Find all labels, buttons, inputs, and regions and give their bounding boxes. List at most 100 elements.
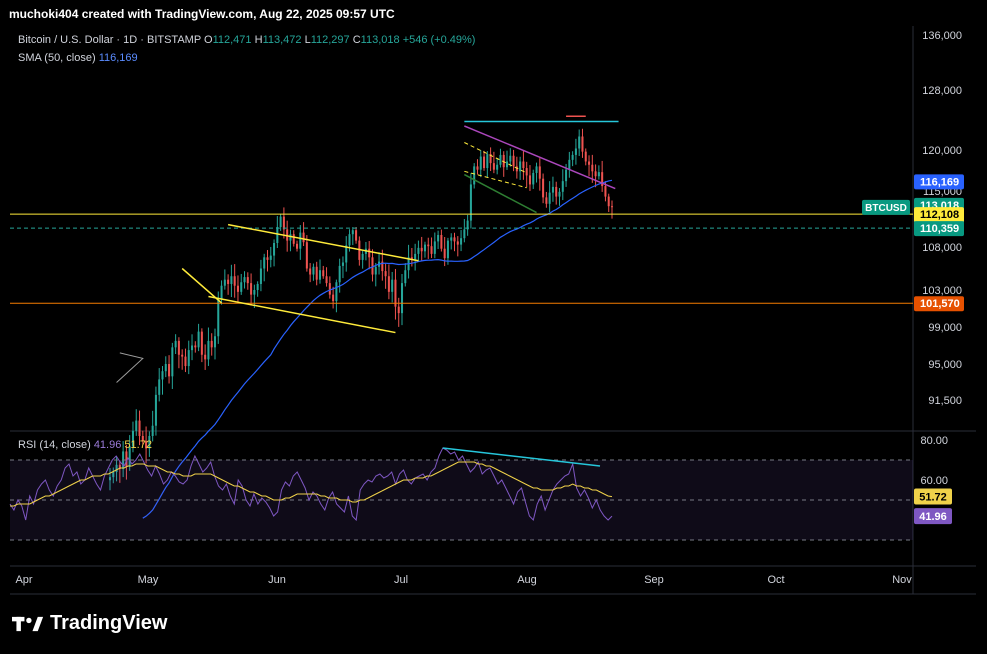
sma-legend[interactable]: SMA (50, close) 116,169	[18, 52, 138, 64]
candle-body	[394, 279, 397, 307]
candle-body	[509, 155, 512, 162]
candle-body	[440, 235, 443, 249]
candle-body	[355, 230, 358, 241]
candle-body	[351, 230, 354, 235]
candle-body	[430, 246, 433, 254]
candle-body	[561, 181, 564, 192]
candle-body	[168, 364, 171, 377]
candle-body	[581, 136, 584, 152]
candle-body	[427, 244, 430, 247]
high-label: H	[254, 34, 263, 46]
candle-body	[318, 270, 322, 280]
symbol-tag-text: BTCUSD	[865, 203, 907, 214]
candle-body	[200, 331, 203, 355]
candle-body	[213, 336, 217, 348]
candle-body	[374, 266, 377, 275]
candle-body	[266, 257, 269, 260]
candle-body	[456, 241, 459, 245]
candle-body	[299, 232, 302, 249]
candle-body	[204, 354, 207, 360]
rsi-axis-tag-text: 41.96	[919, 511, 947, 523]
candle-body	[164, 364, 167, 372]
price-tick-label: 95,000	[928, 359, 962, 371]
candle-body	[492, 163, 495, 170]
candle-body	[345, 245, 348, 263]
candle-body	[276, 227, 279, 243]
candle-body	[420, 247, 423, 252]
time-tick-label: Sep	[644, 574, 664, 586]
candle-body	[181, 354, 184, 357]
candle-body	[460, 238, 463, 245]
rsi-value: 41.96	[93, 439, 122, 451]
candle-body	[542, 178, 545, 198]
candle-body	[522, 161, 525, 169]
candle-body	[397, 306, 400, 314]
candle-body	[604, 186, 607, 197]
candle-body	[404, 270, 407, 284]
chart-canvas: 136,000128,000120,000115,000108,000103,0…	[9, 26, 976, 595]
candle-body	[512, 155, 515, 167]
rsi-axis-tag-text: 51.72	[919, 492, 947, 504]
price-tick-label: 99,000	[928, 322, 962, 334]
candles-group	[108, 128, 614, 491]
rsi-legend[interactable]: RSI (14, close) 41.96 51.72	[18, 439, 152, 451]
price-tick-label: 103,000	[922, 285, 962, 297]
candle-body	[519, 161, 522, 172]
candle-body	[545, 197, 548, 204]
candle-body	[535, 166, 538, 173]
candle-body	[450, 237, 453, 241]
candle-body	[332, 294, 335, 302]
candle-body	[368, 248, 371, 258]
candle-body	[312, 266, 315, 275]
candle-body	[230, 276, 233, 284]
candle-body	[256, 283, 259, 290]
candle-body	[610, 206, 614, 208]
credit-text: muchoki404 created with TradingView.com,…	[9, 7, 395, 21]
candle-body	[555, 186, 558, 197]
candle-body	[469, 184, 472, 221]
candle-body	[138, 420, 141, 436]
price-tick-label: 136,000	[922, 30, 962, 42]
candle-body	[328, 283, 331, 295]
candle-body	[578, 136, 581, 149]
channel-top-line	[227, 223, 419, 262]
candle-body	[309, 268, 312, 275]
price-axis-tag-text: 112,108	[920, 209, 959, 221]
candle-body	[341, 262, 344, 266]
candle-body	[453, 237, 456, 242]
candle-body	[273, 243, 276, 256]
tradingview-logo[interactable]: TradingView	[12, 612, 167, 635]
candle-body	[505, 161, 509, 168]
candle-body	[158, 379, 161, 395]
candle-body	[588, 161, 591, 165]
candle-body	[161, 371, 164, 380]
candle-body	[197, 331, 200, 348]
price-tick-label: 91,500	[928, 395, 962, 407]
candle-body	[227, 279, 230, 284]
tradingview-logo-icon	[12, 616, 44, 631]
price-axis-tag-text: 101,570	[920, 298, 960, 310]
candle-body	[473, 166, 476, 185]
candle-body	[551, 186, 554, 193]
candle-body	[391, 279, 394, 292]
time-tick-label: May	[138, 574, 159, 586]
candle-body	[371, 257, 374, 275]
candle-body	[217, 299, 220, 337]
candle-body	[194, 345, 197, 348]
symbol-title[interactable]: Bitcoin / U.S. Dollar · 1D · BITSTAMP	[18, 34, 201, 46]
candle-body	[335, 282, 338, 302]
candle-body	[236, 285, 239, 292]
candle-body	[574, 148, 577, 155]
sma-label: SMA (50, close)	[18, 52, 96, 64]
triangle-pattern	[116, 352, 144, 383]
candle-body	[414, 253, 417, 260]
candle-body	[463, 229, 466, 239]
time-tick-label: Nov	[892, 574, 912, 586]
candle-body	[400, 283, 404, 314]
price-tick-label: 128,000	[922, 85, 962, 97]
candle-body	[282, 216, 285, 230]
candle-body	[325, 276, 328, 284]
candle-body	[525, 168, 528, 176]
candle-body	[479, 156, 482, 170]
time-tick-label: Jul	[394, 574, 408, 586]
